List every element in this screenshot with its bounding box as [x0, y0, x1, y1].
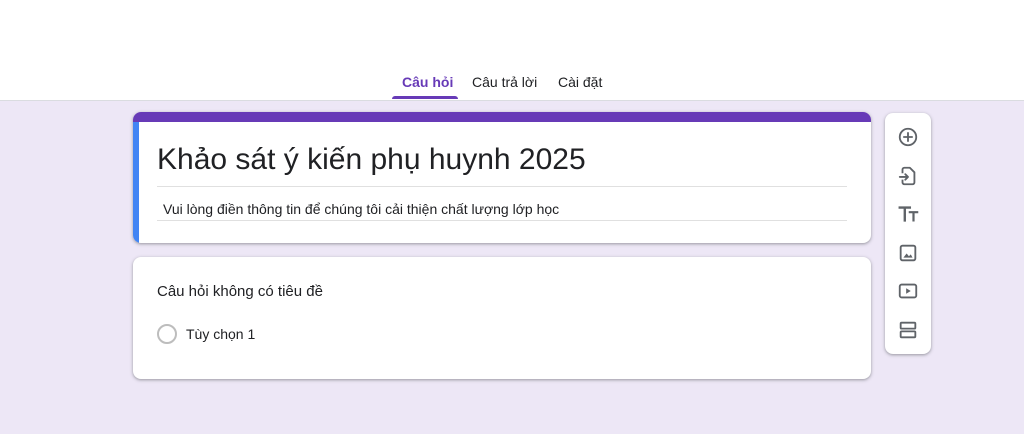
- top-bar: Câu hỏi Câu trả lời Cài đặt: [0, 0, 1024, 101]
- add-question-icon[interactable]: [896, 125, 920, 149]
- focus-indicator: [133, 122, 139, 243]
- form-description-input[interactable]: Vui lòng điền thông tin để chúng tôi cải…: [163, 199, 853, 219]
- add-section-icon[interactable]: [896, 318, 920, 342]
- form-title-input[interactable]: Khảo sát ý kiến phụ huynh 2025: [157, 140, 847, 180]
- description-underline: [157, 220, 847, 221]
- radio-button[interactable]: [157, 324, 177, 344]
- floating-toolbar: [885, 113, 931, 354]
- tab-questions[interactable]: Câu hỏi: [402, 66, 453, 100]
- active-tab-indicator: [392, 96, 458, 99]
- tab-responses[interactable]: Câu trả lời: [472, 66, 537, 100]
- add-image-icon[interactable]: [896, 241, 920, 265]
- add-video-icon[interactable]: [896, 279, 920, 303]
- form-title-card[interactable]: Khảo sát ý kiến phụ huynh 2025 Vui lòng …: [133, 112, 871, 243]
- add-title-icon[interactable]: [896, 202, 920, 226]
- question-title[interactable]: Câu hỏi không có tiêu đề: [157, 282, 323, 302]
- option-item[interactable]: Tùy chọn 1: [157, 323, 255, 345]
- title-card-accent-stripe: [133, 112, 871, 122]
- option-label[interactable]: Tùy chọn 1: [186, 326, 255, 342]
- tab-bar: Câu hỏi Câu trả lời Cài đặt: [0, 66, 1024, 100]
- tab-settings[interactable]: Cài đặt: [558, 66, 602, 100]
- title-underline: [157, 186, 847, 187]
- import-questions-icon[interactable]: [896, 164, 920, 188]
- question-card[interactable]: Câu hỏi không có tiêu đề Tùy chọn 1: [133, 257, 871, 379]
